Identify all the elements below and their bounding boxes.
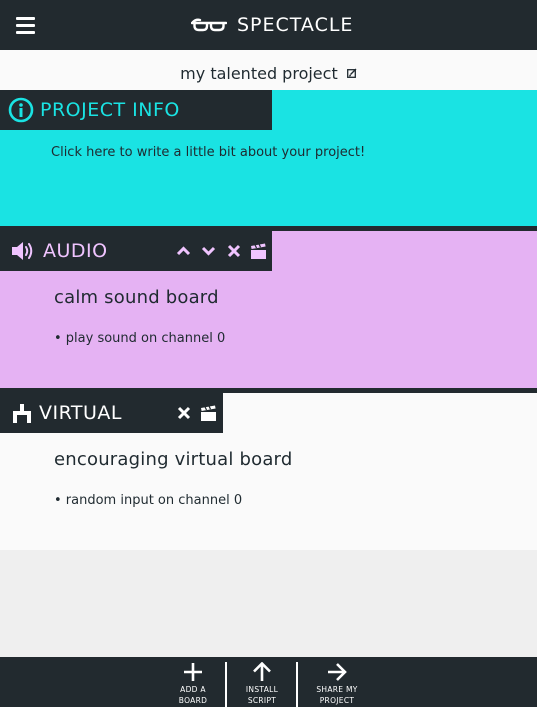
edit-pencil-icon[interactable] <box>346 68 357 78</box>
move-up-button[interactable] <box>171 239 196 263</box>
top-bar: SPECTACLE <box>0 0 537 50</box>
virtual-board-name[interactable]: encouraging virtual board <box>54 449 292 470</box>
share-project-label: SHARE MY PROJECT <box>316 685 358 705</box>
audio-tab: AUDIO <box>0 231 272 271</box>
virtual-tab: VIRTUAL <box>0 393 223 433</box>
virtual-board-section: VIRTUAL encouraging virtual board • rand… <box>0 388 537 550</box>
scene-button[interactable] <box>246 239 271 263</box>
info-circle-icon <box>8 97 34 123</box>
bottom-toolbar: ADD A BOARD INSTALL SCRIPT SHARE MY PROJ… <box>0 657 537 707</box>
scene-button[interactable] <box>196 401 221 425</box>
remove-board-button[interactable] <box>171 401 196 425</box>
chevron-up-icon <box>176 246 191 256</box>
project-info-section: PROJECT INFO Click here to write a littl… <box>0 90 537 226</box>
project-info-title: PROJECT INFO <box>40 99 180 121</box>
share-project-button[interactable]: SHARE MY PROJECT <box>312 657 362 707</box>
clapperboard-icon <box>251 243 266 259</box>
audio-tab-label: AUDIO <box>43 240 108 262</box>
arrow-up-icon <box>253 662 271 681</box>
arrow-right-icon <box>328 663 347 681</box>
speaker-icon <box>12 242 33 260</box>
project-name-bar[interactable]: my talented project <box>0 50 537 90</box>
brand: SPECTACLE <box>191 13 353 37</box>
clapperboard-icon <box>201 405 216 421</box>
toolbar-divider <box>296 662 298 707</box>
project-description-input[interactable]: Click here to write a little bit about y… <box>51 145 365 160</box>
install-script-label: INSTALL SCRIPT <box>245 685 279 705</box>
chevron-down-icon <box>201 246 216 256</box>
add-board-label: ADD A BOARD <box>178 685 208 705</box>
hamburger-menu-icon[interactable] <box>16 17 35 34</box>
plus-icon <box>184 663 202 681</box>
move-down-button[interactable] <box>196 239 221 263</box>
joystick-icon <box>13 404 31 423</box>
project-name[interactable]: my talented project <box>180 64 338 83</box>
install-script-button[interactable]: INSTALL SCRIPT <box>240 657 284 707</box>
close-icon <box>227 244 240 258</box>
add-board-button[interactable]: ADD A BOARD <box>171 657 215 707</box>
audio-board-name[interactable]: calm sound board <box>54 287 219 308</box>
toolbar-divider <box>225 662 227 707</box>
spectacles-logo-icon <box>191 18 227 32</box>
virtual-board-action[interactable]: • random input on channel 0 <box>54 493 242 508</box>
remove-board-button[interactable] <box>221 239 246 263</box>
audio-board-section: AUDIO calm sound board • play sound on c… <box>0 226 537 388</box>
app-title: SPECTACLE <box>237 14 354 36</box>
close-icon <box>177 406 190 420</box>
virtual-tab-label: VIRTUAL <box>39 402 123 424</box>
project-info-tab: PROJECT INFO <box>0 90 272 130</box>
audio-board-action[interactable]: • play sound on channel 0 <box>54 331 225 346</box>
